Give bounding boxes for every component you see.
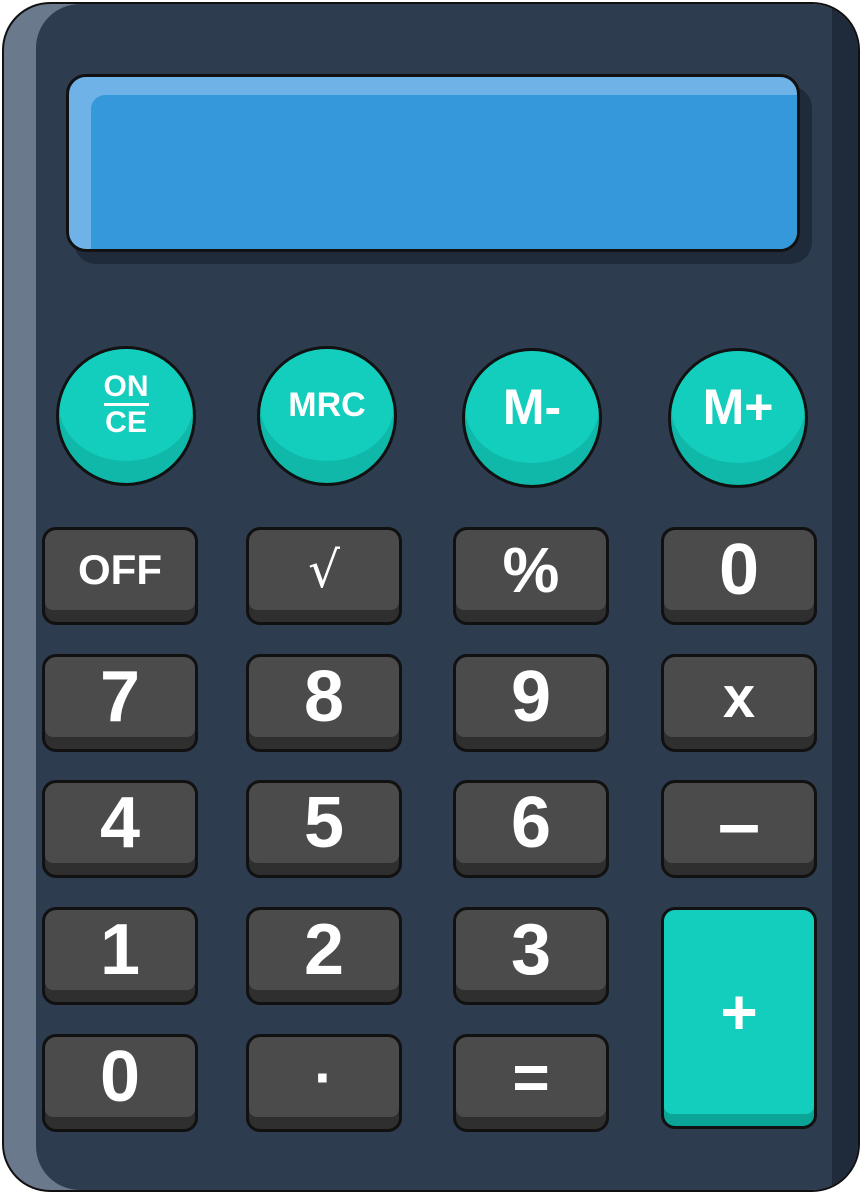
- seven-label: 7: [99, 657, 141, 737]
- equals-key[interactable]: =: [453, 1034, 609, 1132]
- off-label: OFF: [78, 546, 162, 593]
- zero-top-key[interactable]: 0: [661, 527, 817, 625]
- m-minus-button[interactable]: M-: [462, 348, 602, 488]
- zero-top-label: 0: [718, 530, 760, 610]
- percent-label: %: [502, 534, 560, 606]
- m-plus-label: M+: [702, 379, 774, 435]
- mrc-label: MRC: [288, 385, 366, 424]
- sqrt-label: √: [308, 541, 340, 599]
- three-label: 3: [510, 910, 552, 990]
- ce-label: CE: [105, 406, 147, 439]
- off-key[interactable]: OFF: [42, 527, 198, 625]
- display-glass: [91, 95, 797, 249]
- eight-key[interactable]: 8: [246, 654, 402, 752]
- six-key[interactable]: 6: [453, 780, 609, 878]
- one-label: 1: [99, 910, 141, 990]
- one-key[interactable]: 1: [42, 907, 198, 1005]
- decimal-label: ·: [314, 1043, 334, 1111]
- mrc-button[interactable]: MRC: [257, 346, 397, 486]
- zero-key[interactable]: 0: [42, 1034, 198, 1132]
- five-key[interactable]: 5: [246, 780, 402, 878]
- eight-label: 8: [303, 657, 345, 737]
- plus-key[interactable]: +: [661, 907, 817, 1129]
- nine-label: 9: [510, 657, 552, 737]
- on-ce-button[interactable]: ON CE: [56, 346, 196, 486]
- nine-key[interactable]: 9: [453, 654, 609, 752]
- calculator-edge: [832, 4, 858, 1190]
- minus-label: –: [717, 780, 761, 866]
- display-screen: [66, 74, 800, 252]
- on-label: ON: [103, 372, 149, 406]
- multiply-key[interactable]: x: [661, 654, 817, 752]
- four-key[interactable]: 4: [42, 780, 198, 878]
- four-label: 4: [99, 783, 141, 863]
- sqrt-key[interactable]: √: [246, 527, 402, 625]
- decimal-key[interactable]: ·: [246, 1034, 402, 1132]
- six-label: 6: [510, 783, 552, 863]
- minus-key[interactable]: –: [661, 780, 817, 878]
- three-key[interactable]: 3: [453, 907, 609, 1005]
- two-key[interactable]: 2: [246, 907, 402, 1005]
- multiply-label: x: [722, 664, 756, 730]
- percent-key[interactable]: %: [453, 527, 609, 625]
- two-label: 2: [303, 910, 345, 990]
- five-label: 5: [303, 783, 345, 863]
- equals-label: =: [512, 1041, 550, 1113]
- zero-label: 0: [99, 1037, 141, 1117]
- seven-key[interactable]: 7: [42, 654, 198, 752]
- m-plus-button[interactable]: M+: [668, 348, 808, 488]
- plus-label: +: [720, 976, 758, 1048]
- m-minus-label: M-: [502, 379, 562, 435]
